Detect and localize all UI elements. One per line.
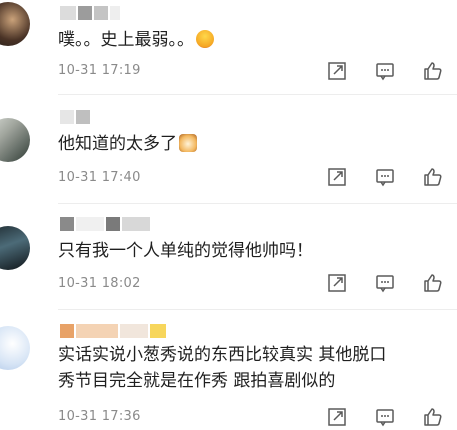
share-icon[interactable] [326, 166, 348, 188]
username-redacted[interactable] [60, 6, 120, 20]
avatar[interactable] [0, 2, 30, 46]
username-redacted[interactable] [60, 110, 90, 124]
thumbs-up-icon[interactable] [422, 166, 444, 188]
comment-text: 只有我一个人单纯的觉得他帅吗！ [58, 241, 313, 261]
comment-text-line: 实话实说小葱秀说的东西比较真实 其他脱口 [58, 345, 387, 365]
share-icon[interactable] [326, 272, 348, 294]
thumbs-up-icon[interactable] [422, 272, 444, 294]
comment-text-line: 秀节目完全就是在作秀 跟拍喜剧似的 [58, 371, 336, 391]
comment-text: 实话实说小葱秀说的东西比较真实 其他脱口 秀节目完全就是在作秀 跟拍喜剧似的 [58, 342, 386, 394]
comment-time: 10-31 17:19 [58, 63, 141, 78]
avatar[interactable] [0, 118, 30, 162]
cat-face-emoji [179, 134, 197, 152]
thumbs-up-icon[interactable] [422, 60, 444, 82]
comment-text: 噗。。史上最弱。。 [58, 27, 214, 53]
username-redacted[interactable] [60, 324, 166, 338]
grinning-face-emoji [196, 30, 214, 48]
divider [58, 203, 457, 204]
divider [58, 309, 457, 310]
comment-text: 他知道的太多了 [58, 131, 197, 157]
share-icon[interactable] [326, 406, 348, 428]
reply-icon[interactable] [374, 406, 396, 428]
username-redacted[interactable] [60, 217, 150, 231]
comment-time: 10-31 17:40 [58, 170, 141, 185]
reply-icon[interactable] [374, 166, 396, 188]
thumbs-up-icon[interactable] [422, 406, 444, 428]
comment-time: 10-31 18:02 [58, 276, 141, 291]
comment-time: 10-31 17:36 [58, 409, 141, 424]
divider [58, 94, 457, 95]
reply-icon[interactable] [374, 60, 396, 82]
avatar[interactable] [0, 226, 30, 270]
reply-icon[interactable] [374, 272, 396, 294]
share-icon[interactable] [326, 60, 348, 82]
avatar[interactable] [0, 326, 30, 370]
